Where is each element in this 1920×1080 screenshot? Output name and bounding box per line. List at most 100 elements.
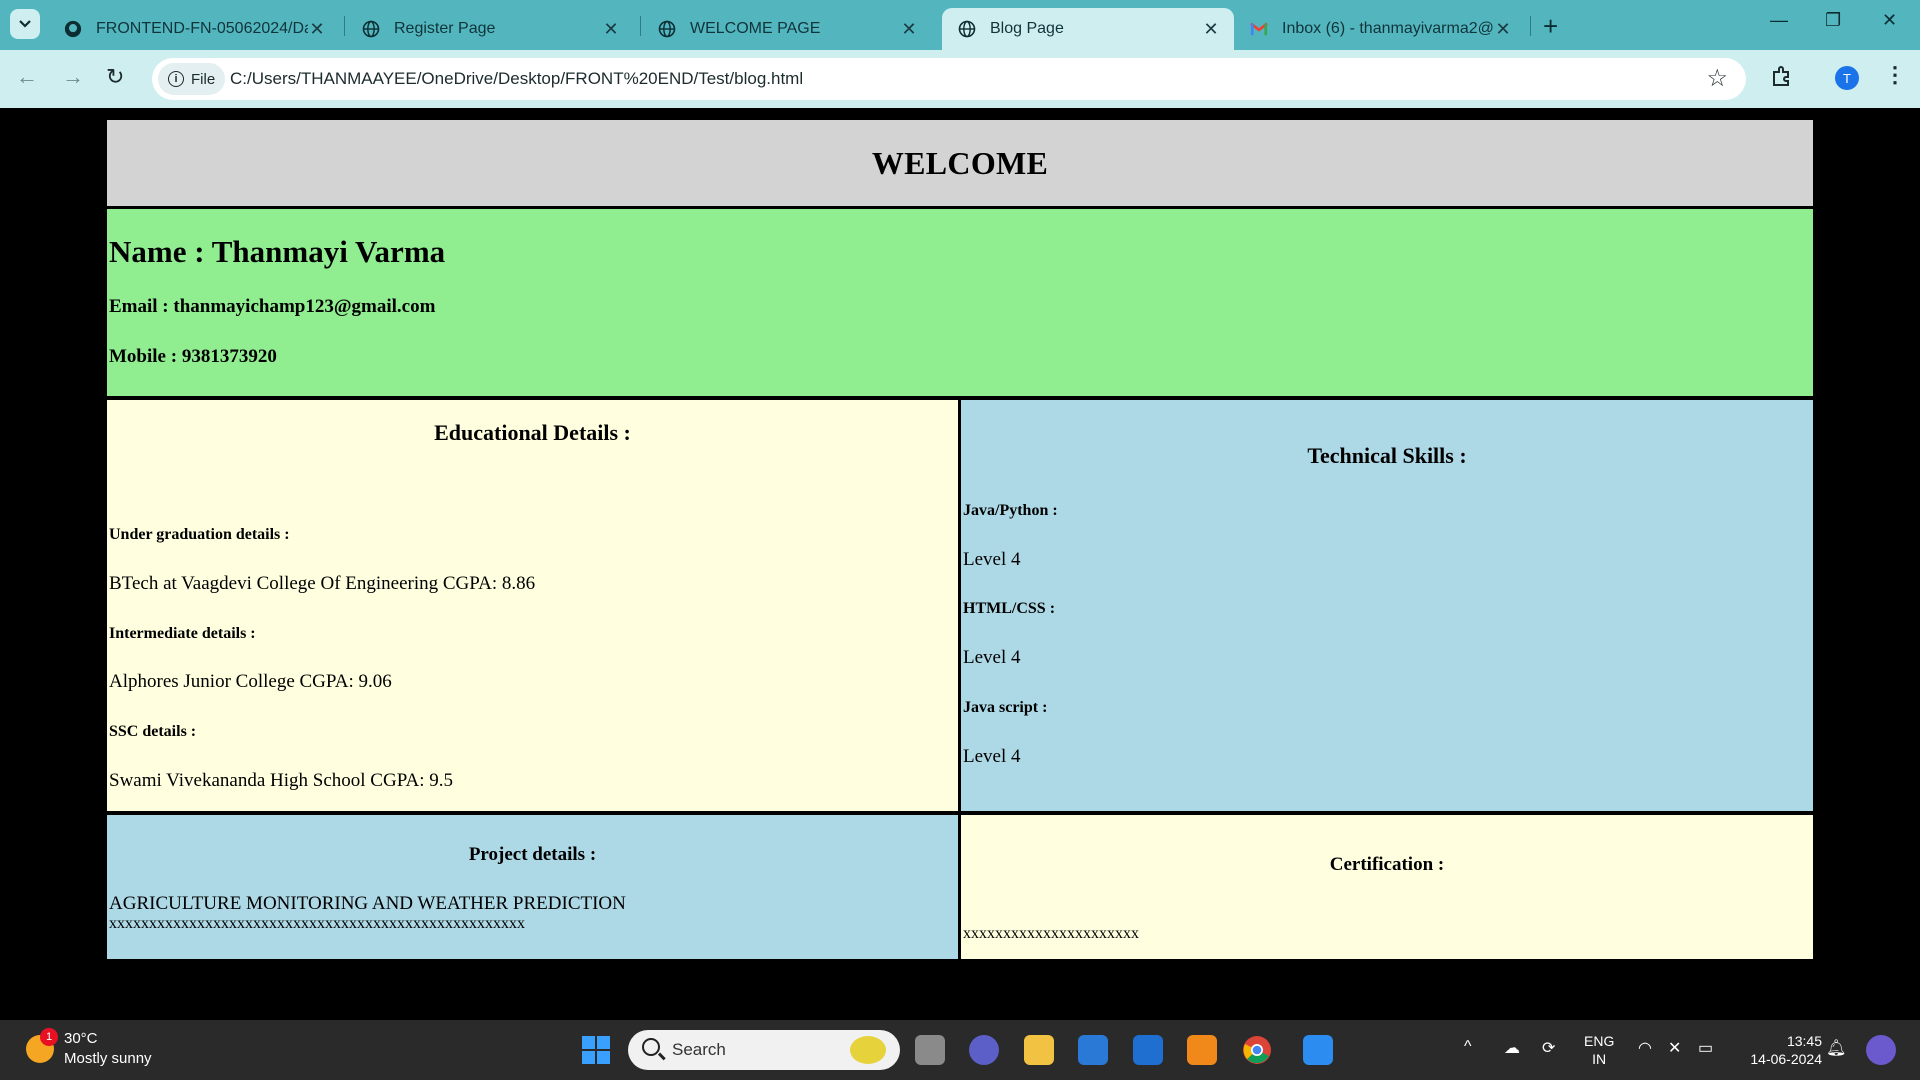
info-icon: i [168,71,184,87]
close-icon[interactable]: ✕ [602,19,620,40]
project-section: Project details : AGRICULTURE MONITORING… [107,815,958,959]
onedrive-icon[interactable]: ☁ [1504,1038,1520,1058]
taskbar-search[interactable]: Search [628,1030,900,1070]
certification-title: Certification : [1329,854,1445,875]
close-icon[interactable]: ✕ [900,19,918,40]
tab-register[interactable]: Register Page ✕ [346,8,634,50]
back-arrow-icon[interactable]: ← [16,64,38,90]
tab-title: WELCOME PAGE [690,20,821,37]
education-value: Alphores Junior College CGPA: 9.06 [109,671,392,692]
system-clock[interactable]: 13:45 14-06-2024 [1736,1032,1822,1068]
volume-muted-icon[interactable]: ✕ [1668,1038,1681,1058]
tab-github[interactable]: FRONTEND-FN-05062024/Day ✕ [48,8,340,50]
skill-level: Level 4 [963,746,1021,767]
notification-bell-icon[interactable]: 🔔︎ [1826,1038,1846,1058]
page-title: WELCOME [871,144,1049,181]
education-value: Swami Vivekananda High School CGPA: 9.5 [109,770,454,791]
clock-date: 14-06-2024 [1750,1051,1822,1067]
tab-title: Register Page [394,20,496,37]
tab-search-dropdown[interactable] [10,9,40,39]
education-section: Educational Details : Under graduation d… [107,400,958,811]
project-name: AGRICULTURE MONITORING AND WEATHER PREDI… [109,893,626,914]
photos-icon[interactable] [1303,1035,1333,1065]
certification-description: xxxxxxxxxxxxxxxxxxxxxx [963,925,1139,942]
language-indicator[interactable]: ENG IN [1584,1032,1614,1068]
teams-chat-icon[interactable] [969,1035,999,1065]
skill-label: Java/Python : [963,502,1058,519]
windows-start-icon[interactable] [581,1035,611,1065]
file-explorer-icon[interactable] [1024,1035,1054,1065]
globe-icon [958,20,976,38]
address-bar[interactable]: i File C:/Users/THANMAAYEE/OneDrive/Desk… [152,58,1746,100]
profile-avatar[interactable]: T [1835,66,1859,90]
restore-button[interactable]: ❐ [1825,10,1841,31]
education-label: Intermediate details : [109,625,256,642]
tab-welcome[interactable]: WELCOME PAGE ✕ [642,8,932,50]
more-menu-icon[interactable]: ⋮ [1884,62,1906,88]
skills-title: Technical Skills : [1307,443,1467,468]
chevron-down-icon [19,20,31,28]
search-label: Search [672,1040,726,1059]
skill-label: Java script : [963,699,1048,716]
sublime-text-icon[interactable] [1187,1035,1217,1065]
weather-condition: Mostly sunny [64,1050,152,1067]
welcome-header: WELCOME [107,120,1813,206]
tab-title: FRONTEND-FN-05062024/Day [96,20,308,37]
tab-divider [344,16,345,36]
skill-level: Level 4 [963,549,1021,570]
project-title: Project details : [468,844,597,865]
web-page: WELCOME Name : Thanmayi Varma Email : th… [0,108,1920,1020]
region-code: IN [1592,1051,1607,1067]
tab-blog[interactable]: Blog Page ✕ [942,8,1234,50]
chrome-icon[interactable] [1242,1035,1272,1065]
url-text[interactable]: C:/Users/THANMAAYEE/OneDrive/Desktop/FRO… [230,69,803,89]
education-label: Under graduation details : [109,526,290,543]
education-label: SSC details : [109,723,197,740]
search-highlight-icon [850,1036,886,1064]
tab-divider [640,16,641,36]
gmail-icon [1250,20,1268,38]
taskbar: 1 30°C Mostly sunny Search ^ ☁ ⟳ ENG IN … [0,1020,1920,1080]
new-tab-button[interactable]: + [1543,11,1558,42]
bookmark-star-icon[interactable]: ☆ [1706,64,1728,93]
tab-gmail[interactable]: Inbox (6) - thanmayivarma2@gmail.com ✕ [1234,8,1526,50]
clock-time: 13:45 [1786,1033,1822,1049]
tab-title: Blog Page [990,20,1064,37]
certification-section: Certification : xxxxxxxxxxxxxxxxxxxxxx [961,815,1813,959]
microsoft-store-icon[interactable] [1078,1035,1108,1065]
notification-badge: 1 [40,1028,58,1046]
site-info-chip[interactable]: i File [158,63,226,95]
education-title: Educational Details : [434,420,631,445]
tab-strip: FRONTEND-FN-05062024/Day ✕ Register Page… [0,0,1920,50]
skill-level: Level 4 [963,647,1021,668]
profile-section: Name : Thanmayi Varma Email : thanmayich… [107,209,1813,396]
extensions-icon[interactable] [1770,64,1794,88]
close-icon[interactable]: ✕ [1202,19,1220,40]
close-icon[interactable]: ✕ [1494,19,1512,40]
task-view-icon[interactable] [915,1035,945,1065]
language-code: ENG [1584,1033,1615,1049]
forward-arrow-icon[interactable]: → [62,64,84,90]
chevron-up-icon[interactable]: ^ [1464,1038,1472,1056]
profile-mobile: Mobile : 9381373920 [109,346,277,367]
file-chip-label: File [191,70,216,88]
globe-icon [658,20,676,38]
sync-icon[interactable]: ⟳ [1542,1038,1555,1058]
tab-divider [1530,16,1531,36]
tab-title: Inbox (6) - thanmayivarma2@gmail.com [1282,20,1494,37]
profile-name: Name : Thanmayi Varma [109,234,446,269]
github-icon [64,20,82,38]
search-icon [642,1038,660,1056]
close-icon[interactable]: ✕ [308,19,326,40]
education-value: BTech at Vaagdevi College Of Engineering… [109,573,536,594]
wifi-icon[interactable]: ◠ [1638,1038,1652,1058]
battery-icon[interactable]: ▭ [1698,1038,1713,1058]
close-window-button[interactable]: ✕ [1882,10,1897,31]
mail-icon[interactable] [1133,1035,1163,1065]
copilot-icon[interactable] [1866,1035,1896,1065]
weather-temperature: 30°C [64,1030,98,1047]
reload-icon[interactable]: ↻ [106,64,124,90]
globe-icon [362,20,380,38]
project-description: xxxxxxxxxxxxxxxxxxxxxxxxxxxxxxxxxxxxxxxx… [109,915,525,932]
minimize-button[interactable]: — [1770,10,1788,31]
